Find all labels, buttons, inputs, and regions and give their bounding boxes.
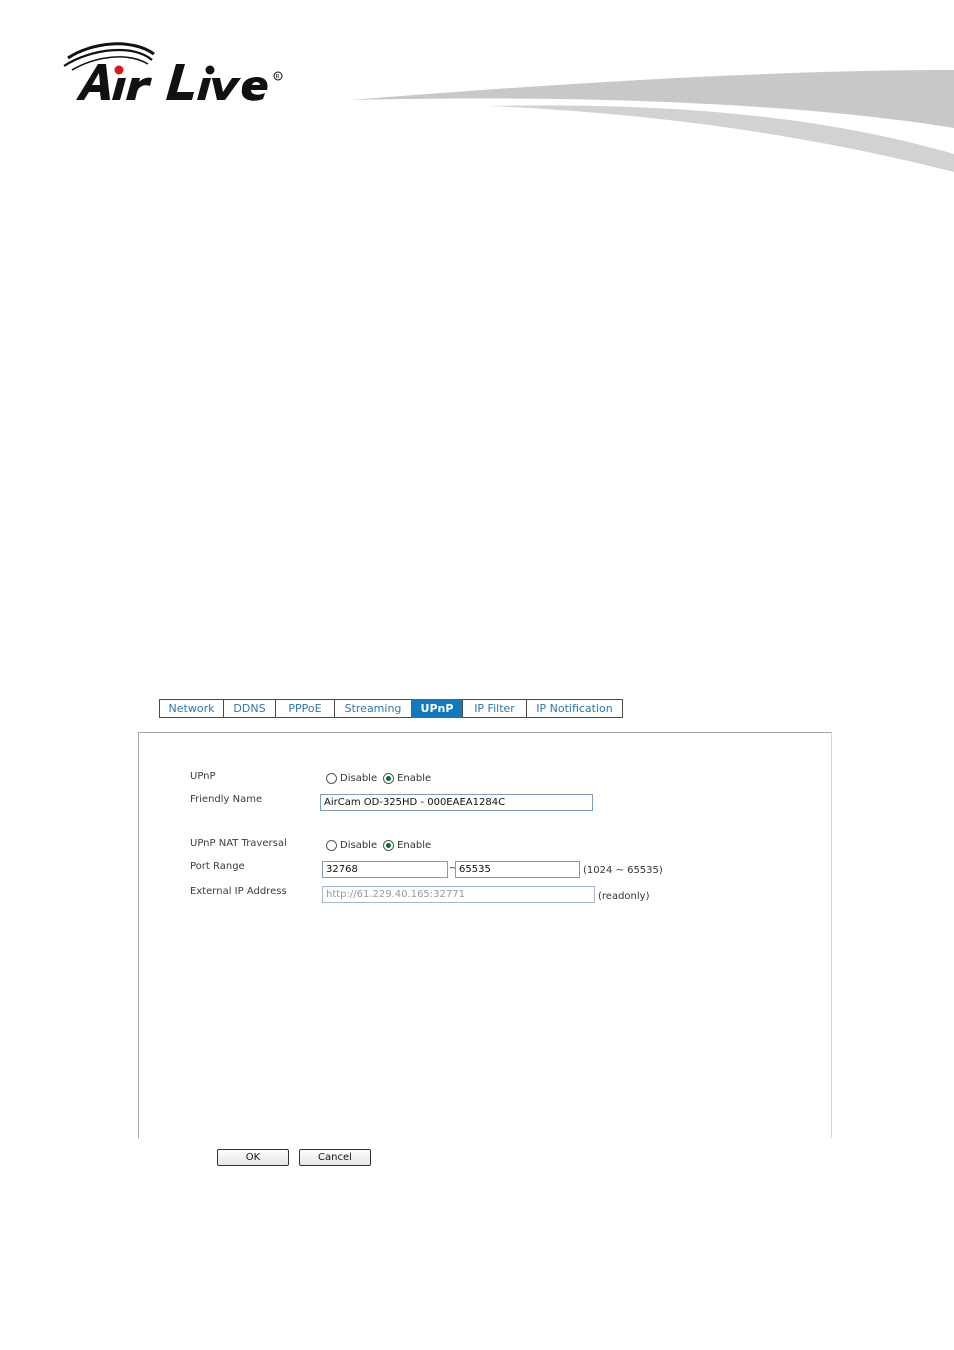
port-range-from-input[interactable]: 32768	[322, 861, 448, 878]
upnp-settings-panel: UPnP Disable Enable Friendly Name AirCam…	[138, 732, 832, 1138]
tab-ddns[interactable]: DDNS	[223, 699, 276, 718]
tab-network[interactable]: Network	[159, 699, 224, 718]
upnp-radio-group: Disable Enable	[326, 773, 437, 784]
upnp-enable-radio[interactable]	[383, 773, 395, 784]
port-range-label: Port Range	[190, 861, 245, 872]
tab-streaming[interactable]: Streaming	[334, 699, 412, 718]
nat-disable-label: Disable	[340, 840, 378, 851]
svg-text:R: R	[276, 74, 280, 81]
friendly-name-input[interactable]: AirCam OD-325HD - 000EAEA1284C	[320, 794, 593, 811]
upnp-disable-label: Disable	[340, 773, 378, 784]
tab-upnp[interactable]: UPnP	[411, 699, 463, 718]
airlive-logo: R	[63, 42, 283, 101]
nat-traversal-label: UPnP NAT Traversal	[190, 838, 287, 849]
tab-ip-filter[interactable]: IP Filter	[462, 699, 527, 718]
settings-tabs: Network DDNS PPPoE Streaming UPnP IP Fil…	[159, 699, 623, 718]
nat-enable-radio[interactable]	[383, 840, 395, 851]
upnp-label: UPnP	[190, 771, 216, 782]
cancel-button[interactable]: Cancel	[299, 1149, 371, 1166]
external-ip-hint: (readonly)	[598, 891, 650, 902]
external-ip-field: http://61.229.40.165:32771	[322, 886, 595, 903]
nat-disable-radio[interactable]	[326, 840, 337, 851]
upnp-enable-label: Enable	[397, 773, 432, 784]
upnp-disable-radio[interactable]	[326, 773, 337, 784]
ok-button[interactable]: OK	[217, 1149, 289, 1166]
tab-ip-notification[interactable]: IP Notification	[526, 699, 623, 718]
header-swoosh	[350, 70, 954, 172]
nat-traversal-radio-group: Disable Enable	[326, 840, 437, 851]
port-range-to-input[interactable]: 65535	[455, 861, 580, 878]
friendly-name-label: Friendly Name	[190, 794, 263, 805]
external-ip-label: External IP Address	[190, 886, 287, 897]
nat-enable-label: Enable	[397, 840, 432, 851]
port-range-hint: (1024 ~ 65535)	[583, 865, 663, 876]
tab-pppoe[interactable]: PPPoE	[275, 699, 335, 718]
